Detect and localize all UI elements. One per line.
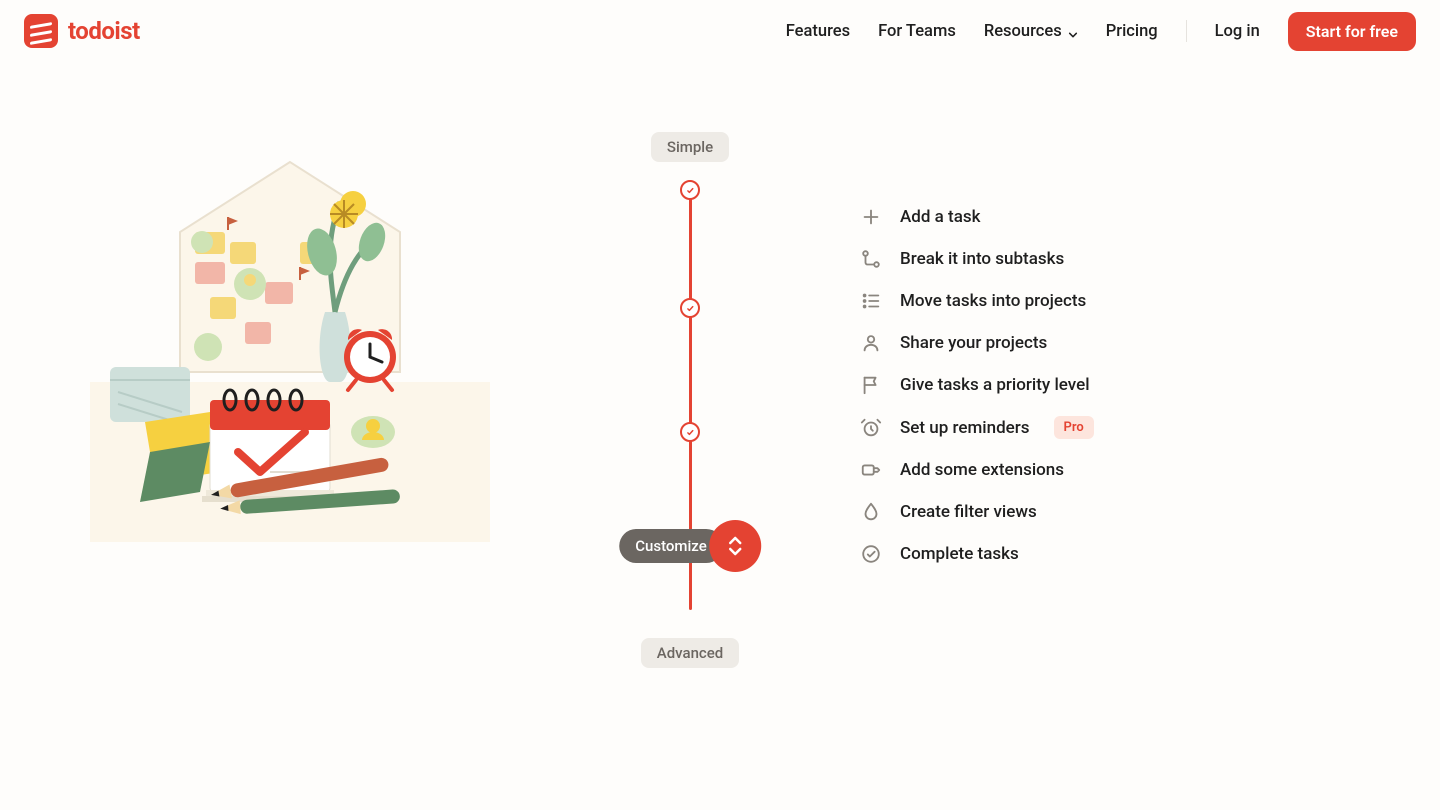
logo-icon: [24, 14, 58, 48]
alarm-icon: [860, 417, 882, 439]
feature-label: Set up reminders: [900, 418, 1030, 438]
droplet-icon: [860, 501, 882, 523]
logo-wordmark: todoist: [68, 17, 140, 45]
main-content: Simple Customize Ad: [0, 62, 1440, 668]
list-icon: [860, 290, 882, 312]
feature-label: Create filter views: [900, 502, 1037, 522]
nav-features[interactable]: Features: [786, 22, 850, 41]
feature-label: Share your projects: [900, 333, 1047, 353]
feature-filters: Create filter views: [860, 501, 1440, 523]
slider-stop-1[interactable]: [680, 180, 700, 200]
feature-label: Move tasks into projects: [900, 291, 1086, 311]
top-nav: todoist Features For Teams Resources Pri…: [0, 0, 1440, 62]
nav-for-teams[interactable]: For Teams: [878, 22, 956, 41]
feature-label: Break it into subtasks: [900, 249, 1064, 269]
feature-complete: Complete tasks: [860, 543, 1440, 565]
feature-label: Add some extensions: [900, 460, 1064, 480]
slider-bottom-label: Advanced: [641, 638, 739, 668]
nav-resources-label: Resources: [984, 22, 1062, 41]
extension-icon: [860, 459, 882, 481]
feature-list: Add a task Break it into subtasks Move t…: [800, 122, 1440, 668]
plus-icon: [860, 206, 882, 228]
flag-icon: [860, 374, 882, 396]
feature-label: Give tasks a priority level: [900, 375, 1090, 395]
slider-stop-3[interactable]: [680, 422, 700, 442]
slider-handle-group: Customize: [619, 520, 761, 572]
feature-subtasks: Break it into subtasks: [860, 248, 1440, 270]
subtask-icon: [860, 248, 882, 270]
feature-extensions: Add some extensions: [860, 459, 1440, 481]
chevron-down-icon: [1068, 26, 1078, 36]
logo[interactable]: todoist: [24, 14, 140, 48]
nav-resources[interactable]: Resources: [984, 22, 1078, 41]
pro-badge: Pro: [1054, 416, 1094, 439]
person-icon: [860, 332, 882, 354]
feature-label: Add a task: [900, 207, 980, 227]
feature-reminders: Set up reminders Pro: [860, 416, 1440, 439]
nav-login[interactable]: Log in: [1215, 22, 1260, 41]
feature-priority: Give tasks a priority level: [860, 374, 1440, 396]
check-circle-icon: [860, 543, 882, 565]
nav-right: Features For Teams Resources Pricing Log…: [786, 12, 1416, 51]
nav-divider: [1186, 20, 1187, 42]
slider-handle[interactable]: [709, 520, 761, 572]
chevrons-vertical-icon: [726, 535, 744, 557]
illustration-column: [0, 122, 580, 668]
feature-add-task: Add a task: [860, 206, 1440, 228]
slider-stop-2[interactable]: [680, 298, 700, 318]
feature-share: Share your projects: [860, 332, 1440, 354]
slider-top-label: Simple: [651, 132, 729, 162]
customize-tooltip: Customize: [619, 529, 723, 563]
complexity-slider: Simple Customize Ad: [580, 122, 800, 668]
start-for-free-button[interactable]: Start for free: [1288, 12, 1416, 51]
feature-projects: Move tasks into projects: [860, 290, 1440, 312]
desk-illustration: [90, 122, 490, 542]
nav-pricing[interactable]: Pricing: [1106, 22, 1158, 41]
feature-label: Complete tasks: [900, 544, 1019, 564]
